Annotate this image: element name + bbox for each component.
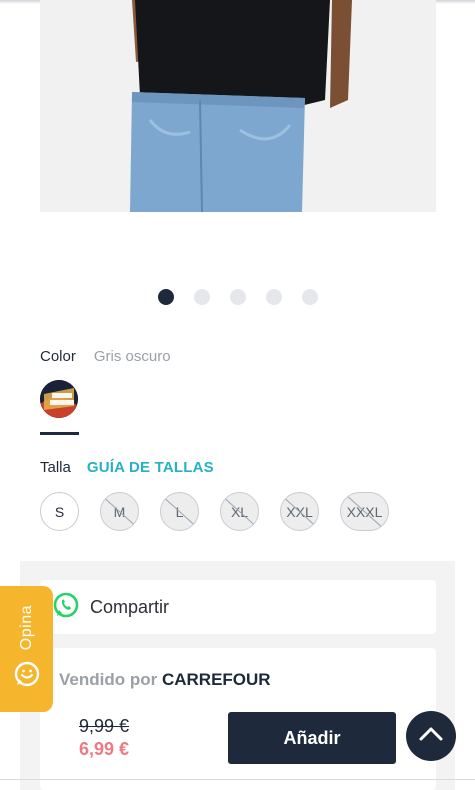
add-to-cart-button[interactable]: Añadir xyxy=(228,712,396,764)
opina-label: Opina xyxy=(17,604,35,651)
size-option-xl[interactable]: XL xyxy=(220,492,259,531)
size-row: Talla GUÍA DE TALLAS xyxy=(40,459,214,476)
share-label: Compartir xyxy=(90,596,170,617)
pagination-dot[interactable] xyxy=(193,289,210,305)
color-label: Color xyxy=(40,348,76,365)
selected-swatch-indicator xyxy=(40,432,79,435)
sold-by-label: Vendido por xyxy=(59,670,158,689)
bottom-divider xyxy=(0,779,475,780)
whatsapp-icon xyxy=(52,591,80,624)
opina-feedback-tab[interactable]: Opina xyxy=(0,586,53,712)
pagination-dot[interactable] xyxy=(265,289,282,305)
pagination-dot[interactable] xyxy=(301,289,318,305)
size-option-xxl[interactable]: XXL xyxy=(280,492,319,531)
seller-info: Vendido por CARREFOUR xyxy=(59,670,271,690)
pagination-dot[interactable] xyxy=(229,289,246,305)
size-guide-link[interactable]: GUÍA DE TALLAS xyxy=(87,459,214,476)
scroll-to-top-button[interactable] xyxy=(406,711,456,761)
share-button[interactable]: Compartir xyxy=(40,580,436,634)
chevron-up-icon xyxy=(418,726,444,747)
product-photo xyxy=(40,0,436,212)
size-label: Talla xyxy=(40,459,71,476)
pagination-dot-active[interactable] xyxy=(157,289,174,305)
swatch-graphic xyxy=(40,380,78,418)
size-option-l[interactable]: L xyxy=(160,492,199,531)
old-price: 9,99 € xyxy=(79,716,130,736)
offer-card: Vendido por CARREFOUR 9,99 € 6,99 € Añad… xyxy=(40,648,436,790)
sale-price: 6,99 € xyxy=(79,739,130,759)
size-option-m[interactable]: M xyxy=(100,492,139,531)
size-option-s[interactable]: S xyxy=(40,492,79,531)
chat-smile-icon xyxy=(13,660,41,693)
color-swatch-gris-oscuro[interactable] xyxy=(40,380,78,418)
seller-name[interactable]: CARREFOUR xyxy=(162,670,271,689)
size-options: S M L XL XXL XXXL xyxy=(40,492,389,531)
size-option-xxxl[interactable]: XXXL xyxy=(340,492,389,531)
product-image[interactable] xyxy=(40,0,436,212)
gallery-pagination xyxy=(0,289,475,305)
color-value: Gris oscuro xyxy=(93,348,171,365)
color-row: Color Gris oscuro xyxy=(40,348,171,365)
